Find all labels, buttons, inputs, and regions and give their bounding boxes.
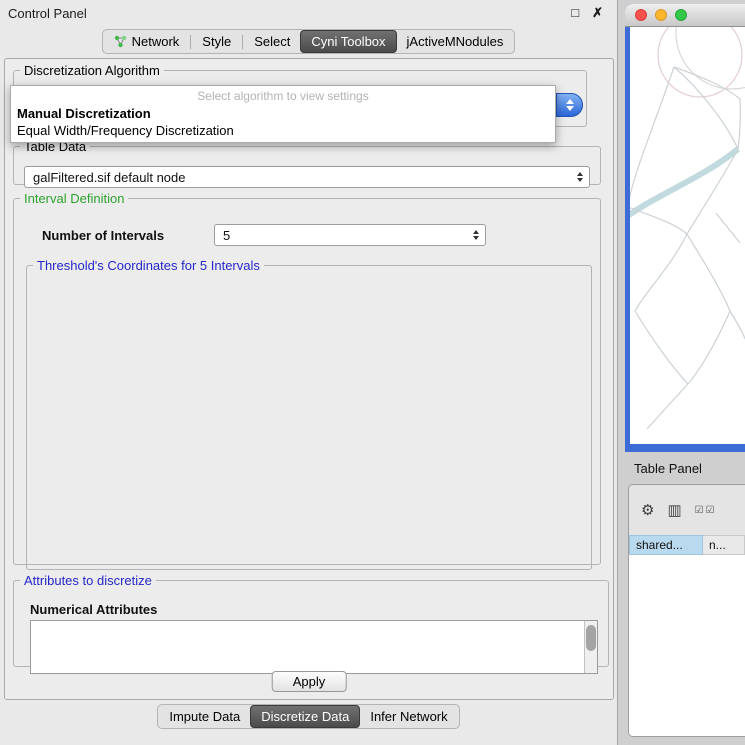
num-intervals-combobox[interactable]: 5 [214,224,486,246]
group-title: Interval Definition [20,191,128,206]
tab-label: Impute Data [169,709,240,724]
table-header: shared... n... [629,535,745,555]
gear-icon[interactable]: ⚙ [641,501,654,519]
algorithm-dropdown-popup: Select algorithm to view settings Manual… [10,85,556,143]
tab-infer-network[interactable]: Infer Network [360,706,457,727]
numerical-attributes-list[interactable] [30,620,598,674]
table-toolbar: ⚙ ▥ ☑☑ [629,485,745,535]
tab-select[interactable]: Select [244,31,300,52]
select-columns-icons[interactable]: ☑☑ [695,505,717,516]
table-body [629,555,745,736]
network-window-titlebar [625,4,745,27]
window-controls: □ ✗ [571,5,603,21]
control-panel: Control Panel □ ✗ Network Style Select C… [0,0,618,745]
bottom-tab-bar: Impute Data Discretize Data Infer Networ… [0,704,617,729]
network-window [625,4,745,452]
tab-discretize-data[interactable]: Discretize Data [250,705,360,728]
column-header-shared-name[interactable]: shared... [629,535,703,555]
tab-label: Discretize Data [261,709,349,724]
table-panel-titlebar: Table Panel [625,457,745,479]
tab-label: Network [132,34,180,49]
tab-label: Select [254,34,290,49]
apply-button[interactable]: Apply [272,671,347,692]
zoom-traffic-light-icon[interactable] [675,9,687,21]
tab-cyni-toolbox[interactable]: Cyni Toolbox [300,30,396,53]
tab-label: Infer Network [370,709,447,724]
tab-impute-data[interactable]: Impute Data [159,706,250,727]
right-panel-area: Table Panel ⚙ ▥ ☑☑ shared... n... [618,0,745,745]
network-canvas[interactable] [630,27,745,444]
tab-label: jActiveMNodules [407,34,504,49]
top-tab-strip: Network Style Select Cyni Toolbox jActiv… [102,29,516,54]
minimize-traffic-light-icon[interactable] [655,9,667,21]
table-data-group: Table Data galFiltered.sif default node [13,139,601,185]
numerical-attributes-label: Numerical Attributes [30,602,157,617]
dropdown-option-manual-discretization[interactable]: Manual Discretization [11,105,555,122]
num-intervals-value: 5 [223,228,230,243]
tab-label: Style [202,34,231,49]
tab-style[interactable]: Style [192,31,241,52]
attributes-group: Attributes to discretize Numerical Attri… [13,573,609,667]
cyni-toolbox-panel: Discretization Algorithm Select algorith… [4,58,614,700]
close-icon[interactable]: ✗ [592,5,603,21]
dropdown-option-equal-width-frequency[interactable]: Equal Width/Frequency Discretization [11,122,555,139]
tab-jactivemnodules[interactable]: jActiveMNodules [397,31,514,52]
interval-definition-group: Interval Definition Number of Intervals … [13,191,601,565]
table-data-selected-value: galFiltered.sif default node [33,170,185,185]
group-title: Discretization Algorithm [20,63,164,78]
scrollbar-thumb[interactable] [586,625,596,651]
group-title: Attributes to discretize [20,573,156,588]
close-traffic-light-icon[interactable] [635,9,647,21]
table-data-combobox[interactable]: galFiltered.sif default node [24,166,590,188]
group-title: Threshold's Coordinates for 5 Intervals [33,258,264,273]
combobox-stepper-icon[interactable] [473,230,479,240]
top-tab-bar: Network Style Select Cyni Toolbox jActiv… [0,29,617,54]
table-panel-window: ⚙ ▥ ☑☑ shared... n... [628,484,745,737]
list-scrollbar[interactable] [584,621,597,673]
network-edges [630,27,745,429]
num-intervals-label: Number of Intervals [42,228,164,243]
bottom-tab-strip: Impute Data Discretize Data Infer Networ… [157,704,459,729]
tab-separator [190,35,191,49]
panel-title: Control Panel [8,6,87,21]
control-panel-titlebar: Control Panel □ ✗ [0,0,617,26]
tab-label: Cyni Toolbox [311,34,385,49]
tab-separator [242,35,243,49]
table-panel-title: Table Panel [634,461,702,476]
columns-icon[interactable]: ▥ [667,501,681,519]
column-header-name[interactable]: n... [703,535,745,555]
float-window-icon[interactable]: □ [571,5,579,21]
tab-network[interactable]: Network [104,31,190,52]
network-icon [114,35,127,48]
combobox-arrows-icon[interactable] [556,93,583,117]
dropdown-placeholder: Select algorithm to view settings [11,86,555,105]
combobox-stepper-icon[interactable] [577,172,583,182]
thresholds-group: Threshold's Coordinates for 5 Intervals [26,258,592,570]
